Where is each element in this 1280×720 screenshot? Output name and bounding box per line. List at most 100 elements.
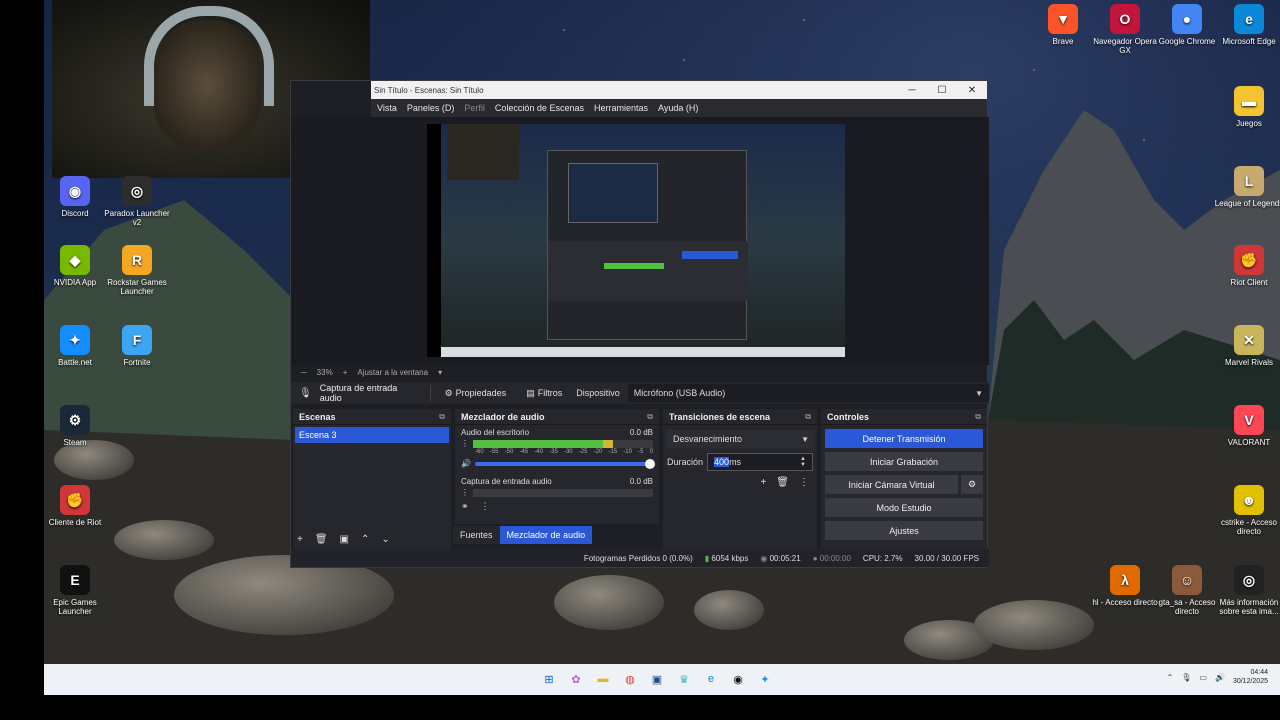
desktop-icon-paradox[interactable]: ◎ Paradox Launcher v2 bbox=[102, 176, 172, 227]
spinner-icon[interactable]: ▲ ▼ bbox=[800, 456, 806, 468]
properties-button[interactable]: ⚙ Propiedades bbox=[439, 385, 513, 402]
maximize-button[interactable]: ☐ bbox=[927, 81, 957, 99]
virtual-camera-button[interactable]: Iniciar Cámara Virtual bbox=[825, 475, 958, 494]
close-button[interactable]: ✕ bbox=[957, 81, 987, 99]
tab-sources[interactable]: Fuentes bbox=[453, 526, 500, 544]
trash-icon[interactable]: 🗑 bbox=[315, 534, 328, 545]
move-down-icon[interactable]: ⌄ bbox=[381, 534, 389, 545]
menu-herramientas[interactable]: Herramientas bbox=[594, 103, 648, 113]
duration-input[interactable]: 400 ms ▲ ▼ bbox=[707, 453, 813, 471]
volume-icon[interactable]: 🔊 bbox=[1215, 673, 1225, 682]
scene-filter-icon[interactable]: ▣ bbox=[340, 534, 349, 545]
desktop-icon-hl[interactable]: λ hl - Acceso directo bbox=[1090, 565, 1160, 607]
desktop-icon-nvidia[interactable]: ◆ NVIDIA App bbox=[40, 245, 110, 287]
desktop-icon-chrome[interactable]: ● Google Chrome bbox=[1152, 4, 1222, 46]
preview-taskbar bbox=[441, 347, 845, 357]
fit-dropdown-icon[interactable]: ▾ bbox=[438, 368, 442, 377]
menu-perfil[interactable]: Perfil bbox=[464, 103, 485, 113]
store-icon[interactable]: ▣ bbox=[647, 669, 667, 689]
kebab-icon[interactable]: ⋮ bbox=[799, 477, 809, 488]
popout-icon[interactable]: ⧉ bbox=[439, 412, 445, 422]
chevron-down-icon: ▼ bbox=[801, 434, 809, 444]
link-icon[interactable]: ⚭ bbox=[461, 501, 469, 512]
valorant-icon: V bbox=[1234, 405, 1264, 435]
broadcast-icon: ◉ bbox=[760, 553, 768, 563]
info-icon: ◎ bbox=[1234, 565, 1264, 595]
scale-tick: -45 bbox=[519, 449, 529, 455]
slider-knob[interactable] bbox=[645, 458, 655, 469]
trash-icon[interactable]: 🗑 bbox=[776, 477, 789, 488]
speaker-icon[interactable]: 🔊 bbox=[461, 459, 471, 468]
desktop-icon-gta[interactable]: ☺ gta_sa - Acceso directo bbox=[1152, 565, 1222, 616]
filters-button[interactable]: ▤ Filtros bbox=[520, 385, 568, 402]
desktop-icon-riot-client-left[interactable]: ✊ Cliente de Riot bbox=[40, 485, 110, 527]
desktop-icon-info[interactable]: ◎ Más información sobre esta ima... bbox=[1214, 565, 1280, 616]
zoom-in-icon[interactable]: + bbox=[343, 368, 348, 377]
desktop-icon-battlenet[interactable]: ✦ Battle.net bbox=[40, 325, 110, 367]
obs-titlebar[interactable]: Sin Título - Escenas: Sin Título ─ ☐ ✕ bbox=[371, 81, 987, 99]
popout-icon[interactable]: ⧉ bbox=[975, 412, 981, 422]
settings-button[interactable]: Ajustes bbox=[825, 521, 983, 540]
tab-mixer[interactable]: Mezclador de audio bbox=[499, 526, 593, 544]
source-toolbar: 🎙 Captura de entrada audio ⚙ Propiedades … bbox=[291, 382, 989, 404]
microphone-icon[interactable]: 🎙 bbox=[1181, 673, 1191, 682]
kebab-icon[interactable]: ⋮ bbox=[481, 501, 490, 512]
chevron-up-icon[interactable]: ⌃ bbox=[1167, 673, 1174, 682]
menu-coleccion[interactable]: Colección de Escenas bbox=[495, 103, 584, 113]
desktop-icon-valorant[interactable]: V VALORANT bbox=[1214, 405, 1280, 447]
menu-vista[interactable]: Vista bbox=[377, 103, 397, 113]
clock[interactable]: 04:44 30/12/2025 bbox=[1233, 668, 1268, 686]
scene-item[interactable]: Escena 3 bbox=[295, 427, 449, 443]
cpu-usage: CPU: 2.7% bbox=[862, 553, 903, 563]
edge-icon[interactable]: e bbox=[701, 669, 721, 689]
studio-mode-button[interactable]: Modo Estudio bbox=[825, 498, 983, 517]
filter-icon: ▤ bbox=[526, 387, 535, 398]
desktop-icon-fortnite[interactable]: F Fortnite bbox=[102, 325, 172, 367]
add-transition-icon[interactable]: + bbox=[760, 477, 766, 488]
kebab-icon[interactable]: ⋮ bbox=[461, 439, 469, 448]
mixer-channel-desktop: Audio del escritorio 0.0 dB ⋮ -60 -55 -50 -4… bbox=[455, 425, 659, 469]
move-up-icon[interactable]: ⌃ bbox=[361, 534, 369, 545]
desktop-icon-steam[interactable]: ⚙ Steam bbox=[40, 405, 110, 447]
desktop-icon-opera[interactable]: O Navegador Opera GX bbox=[1090, 4, 1160, 55]
zoom-out-icon[interactable]: ─ bbox=[301, 368, 307, 377]
desktop-icon-riot[interactable]: ✊ Riot Client bbox=[1214, 245, 1280, 287]
desktop-icon-discord[interactable]: ◉ Discord bbox=[40, 176, 110, 218]
minimize-button[interactable]: ─ bbox=[897, 81, 927, 99]
stop-stream-button[interactable]: Detener Transmisión bbox=[825, 429, 983, 448]
copilot-icon[interactable]: ✿ bbox=[566, 669, 586, 689]
add-scene-icon[interactable]: + bbox=[297, 534, 303, 545]
volume-slider[interactable] bbox=[474, 458, 655, 469]
file-explorer-icon[interactable]: ▬ bbox=[593, 669, 613, 689]
desktop-icon-lol[interactable]: L League of Legends bbox=[1214, 166, 1280, 208]
menu-paneles[interactable]: Paneles (D) bbox=[407, 103, 455, 113]
start-icon[interactable]: ⊞ bbox=[539, 669, 559, 689]
menu-ayuda[interactable]: Ayuda (H) bbox=[658, 103, 698, 113]
preview-area[interactable] bbox=[291, 117, 989, 365]
kebab-icon[interactable]: ⋮ bbox=[461, 488, 469, 497]
network-icon[interactable]: ▭ bbox=[1199, 673, 1207, 682]
desktop-icon-brave[interactable]: ▼ Brave bbox=[1028, 4, 1098, 46]
app-icon[interactable]: ♛ bbox=[674, 669, 694, 689]
device-select[interactable]: Micrófono (USB Audio) ▼ bbox=[627, 384, 989, 402]
riot-icon: ✊ bbox=[60, 485, 90, 515]
desktop-icon-juegos[interactable]: ▬ Juegos bbox=[1214, 86, 1280, 128]
popout-icon[interactable]: ⧉ bbox=[805, 412, 811, 422]
desktop-icon-label: Discord bbox=[61, 209, 89, 218]
desktop-icon-marvel[interactable]: ✕ Marvel Rivals bbox=[1214, 325, 1280, 367]
desktop-icon-rockstar[interactable]: R Rockstar Games Launcher bbox=[102, 245, 172, 296]
start-recording-button[interactable]: Iniciar Grabación bbox=[825, 452, 983, 471]
transition-select[interactable]: Desvanecimiento ▼ bbox=[667, 430, 815, 448]
desktop-icon-cstrike[interactable]: ☻ cstrike - Acceso directo bbox=[1214, 485, 1280, 536]
desktop-icon-epic[interactable]: E Epic Games Launcher bbox=[40, 565, 110, 616]
popout-icon[interactable]: ⧉ bbox=[647, 412, 653, 422]
virtual-camera-settings-button[interactable]: ⚙ bbox=[961, 475, 983, 494]
obs-icon[interactable]: ◉ bbox=[728, 669, 748, 689]
stream-preview[interactable] bbox=[427, 124, 845, 357]
battlenet-taskbar-icon[interactable]: ✦ bbox=[755, 669, 775, 689]
fps: 30.00 / 30.00 FPS bbox=[914, 553, 980, 563]
meter-segment bbox=[473, 488, 653, 497]
chrome-icon[interactable]: ◍ bbox=[620, 669, 640, 689]
desktop-icon-edge[interactable]: e Microsoft Edge bbox=[1214, 4, 1280, 46]
fit-to-window[interactable]: Ajustar a la ventana bbox=[357, 368, 428, 377]
